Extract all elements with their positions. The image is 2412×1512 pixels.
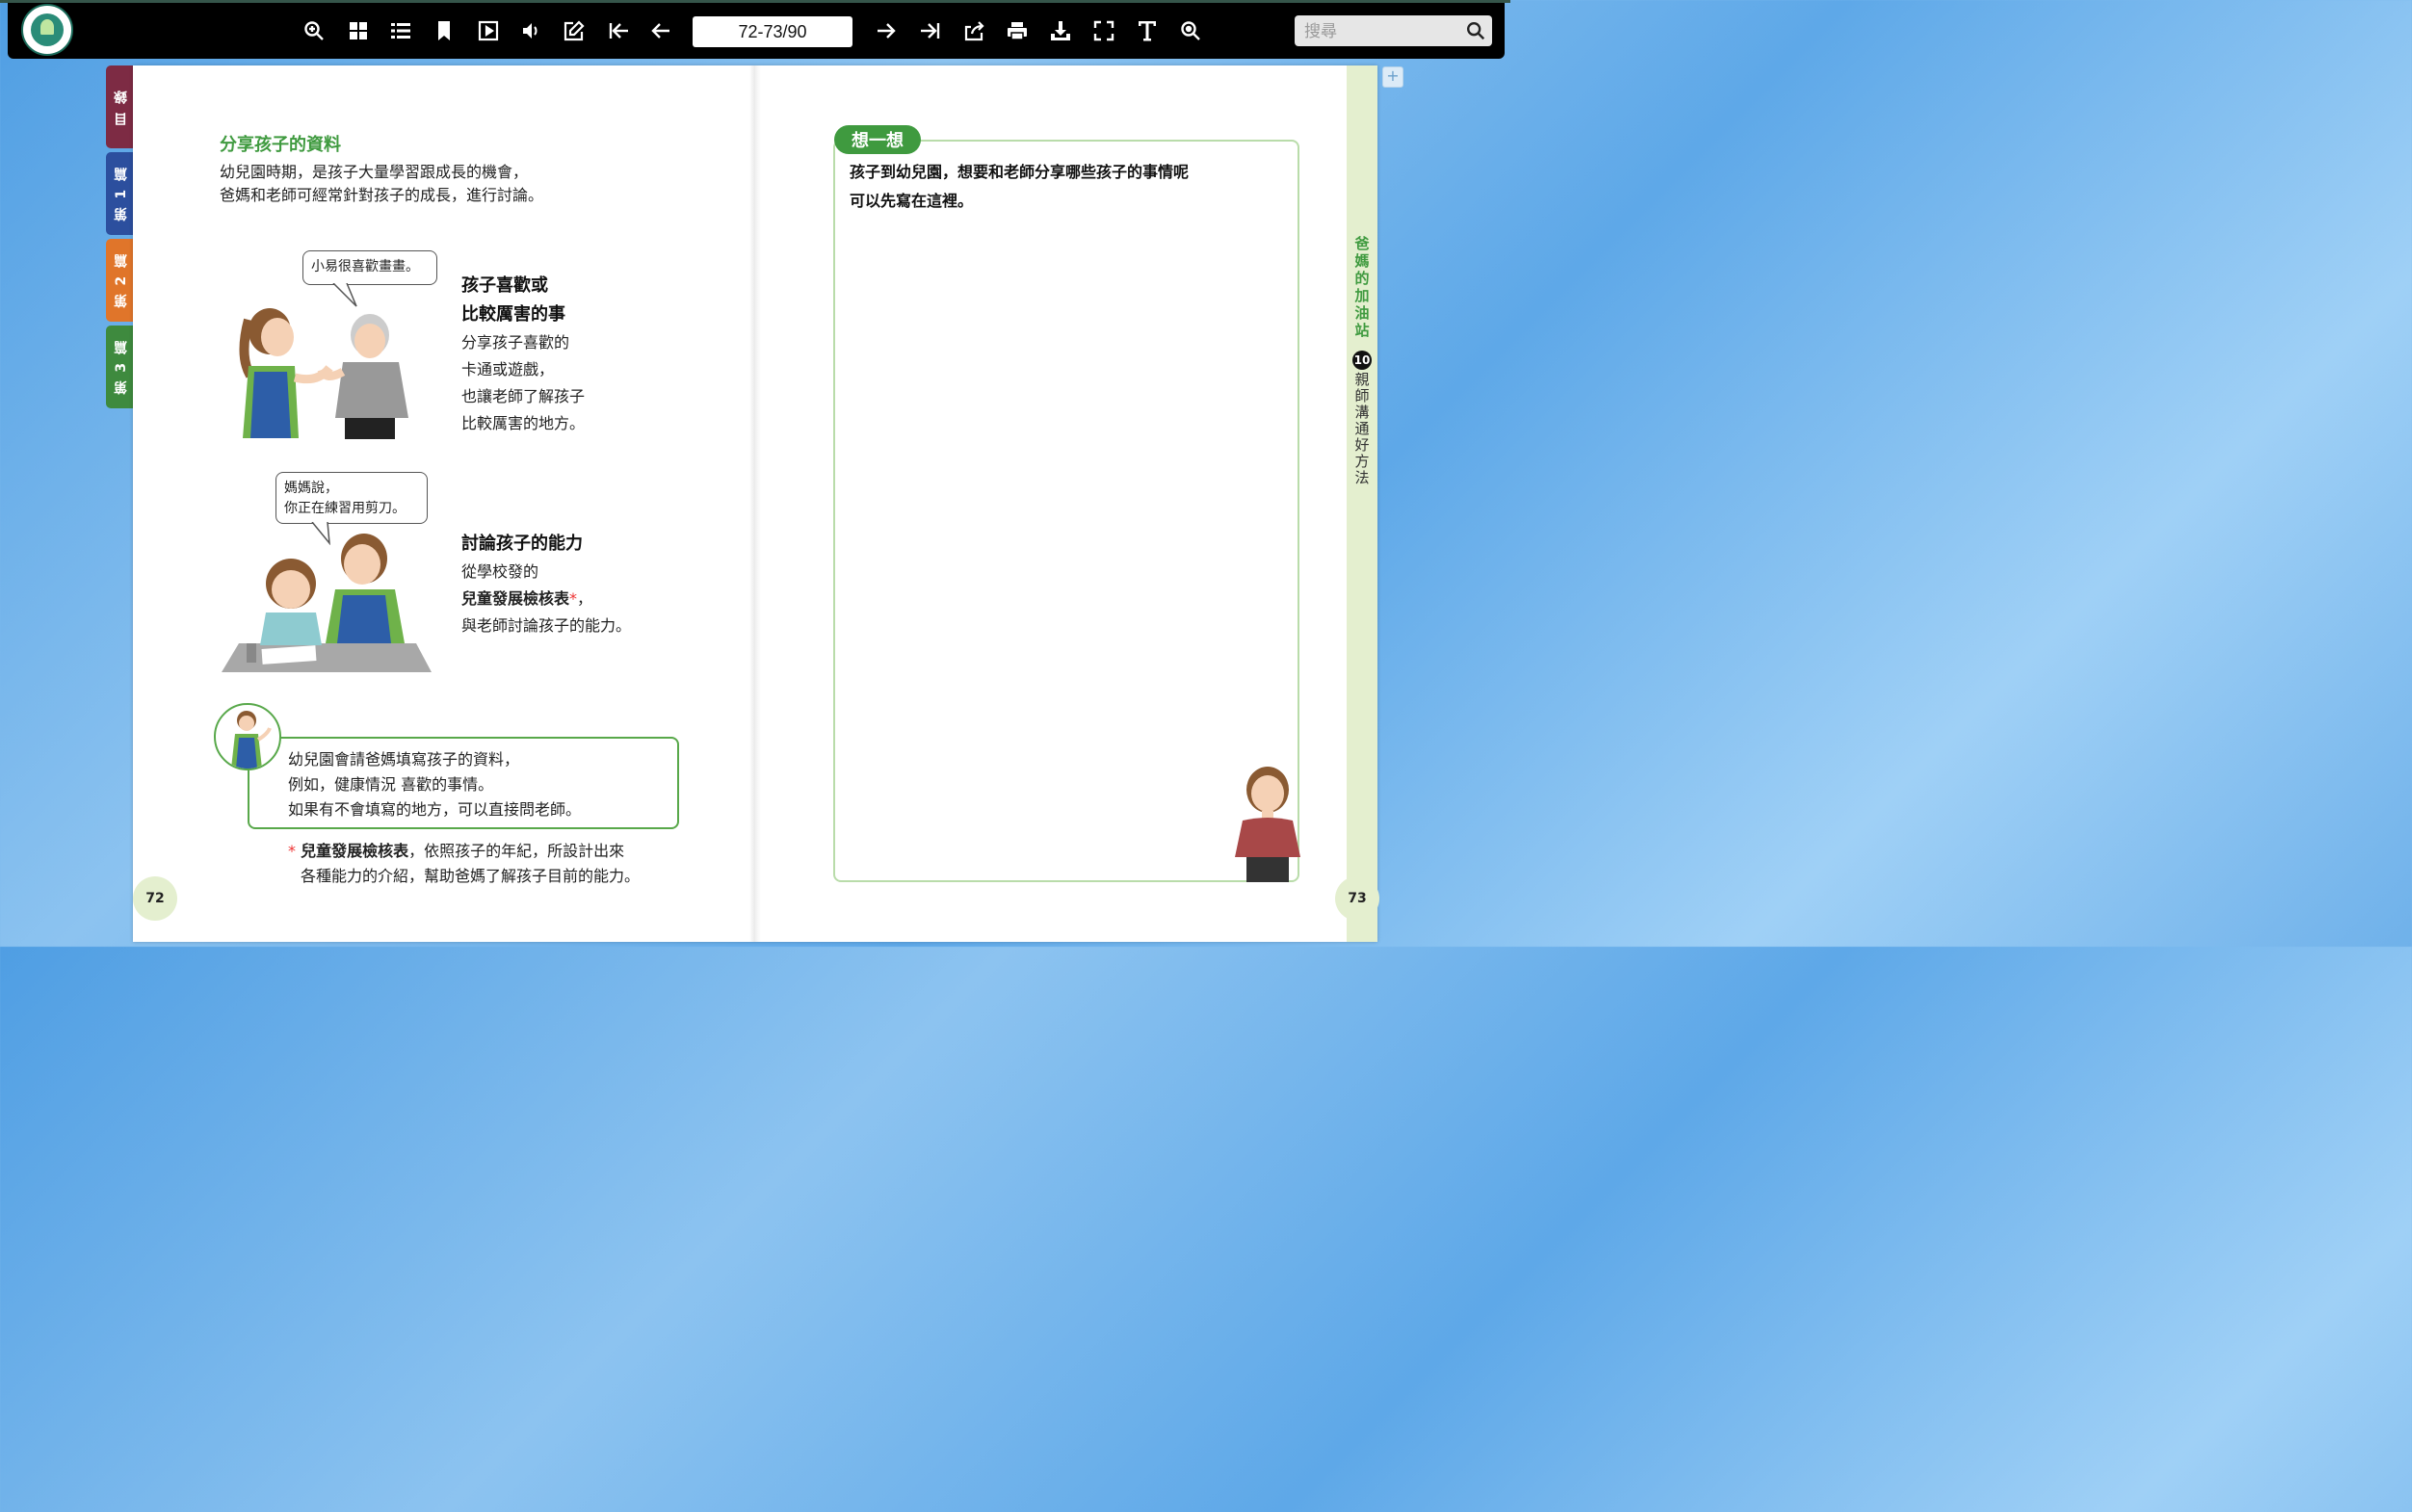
- page-number-input[interactable]: 72-73/90: [693, 16, 852, 47]
- section-title: 分享孩子的資料: [220, 135, 341, 155]
- search-box: [1295, 15, 1492, 46]
- intro-line: 爸媽和老師可經常針對孩子的成長，進行討論。: [220, 186, 544, 204]
- page-number-right: 73: [1335, 876, 1379, 921]
- item2-body-line: 從學校發的: [461, 562, 539, 581]
- zoom-in-icon[interactable]: [300, 16, 328, 45]
- download-icon[interactable]: [1046, 16, 1075, 45]
- item1-body-line: 也讓老師了解孩子: [461, 387, 586, 405]
- footnote-star: *: [569, 589, 578, 608]
- item1-text: 孩子喜歡或 比較厲害的事 分享孩子喜歡的 卡通或遊戲， 也讓老師了解孩子 比較厲…: [461, 272, 585, 437]
- prompt-line: 孩子到幼兒園，想要和老師分享哪些孩子的事情呢: [850, 163, 1190, 181]
- tab-part-2-label: 第 2 篇: [113, 252, 129, 308]
- tab-part-1-label: 第 1 篇: [113, 166, 129, 222]
- text-icon[interactable]: [1133, 16, 1162, 45]
- share-icon[interactable]: [960, 16, 989, 45]
- chapter-side-strip: [1347, 65, 1377, 942]
- intro-text: 幼兒園時期，是孩子大量學習跟成長的機會， 爸媽和老師可經常針對孩子的成長，進行討…: [220, 161, 543, 207]
- bubble-line: 你正在練習用剪刀。: [284, 501, 406, 516]
- table-of-contents-icon[interactable]: [386, 16, 415, 45]
- first-page-icon[interactable]: [604, 16, 633, 45]
- footnote-line: * 兒童發展檢核表，依照孩子的年紀，所設計出來: [288, 839, 640, 864]
- item1-heading-line: 孩子喜歡或: [461, 275, 548, 296]
- slideshow-icon[interactable]: [474, 16, 503, 45]
- parent-teacher-illustration: [239, 308, 408, 439]
- tab-contents-label: 目 錄: [113, 88, 129, 126]
- speech-bubble-2: 媽媽說， 你正在練習用剪刀。: [275, 472, 428, 524]
- think-badge: 想一想: [834, 125, 921, 154]
- item1-body-line: 分享孩子喜歡的: [461, 333, 570, 352]
- item2-heading: 討論孩子的能力: [461, 534, 583, 554]
- checklist-term: 兒童發展檢核表: [461, 589, 570, 608]
- speech-bubble: 小易很喜歡畫畫。: [302, 250, 437, 285]
- thumbnails-icon[interactable]: [344, 16, 373, 45]
- item2-body-line: 與老師討論孩子的能力。: [461, 616, 632, 635]
- item2-body-line: 兒童發展檢核表*，: [461, 586, 631, 613]
- audio-icon[interactable]: [516, 16, 545, 45]
- note-line: 幼兒園會請爸媽填寫孩子的資料，: [288, 750, 520, 769]
- last-page-icon[interactable]: [916, 16, 945, 45]
- tab-contents[interactable]: 目 錄: [106, 65, 136, 148]
- item2-text: 討論孩子的能力 從學校發的 兒童發展檢核表*， 與老師討論孩子的能力。: [461, 530, 631, 639]
- search-icon[interactable]: [1465, 20, 1486, 41]
- page-number-left: 72: [133, 876, 177, 921]
- book-spine: [749, 65, 761, 942]
- footnote: * 兒童發展檢核表，依照孩子的年紀，所設計出來 各種能力的介紹，幫助爸媽了解孩子…: [288, 839, 640, 889]
- prompt-line: 可以先寫在這裡。: [850, 192, 974, 210]
- item1-body-line: 卡通或遊戲，: [461, 360, 555, 378]
- next-page-icon[interactable]: [872, 16, 901, 45]
- girl-illustration: [1235, 767, 1300, 882]
- bubble-line: 媽媽說，: [284, 481, 338, 496]
- search-text-icon[interactable]: [1176, 16, 1205, 45]
- fullscreen-icon[interactable]: [1089, 16, 1118, 45]
- chapter-title: 親師溝通好方法: [1354, 371, 1370, 486]
- teacher-figure: [231, 711, 272, 769]
- logo-leaf-icon: [40, 19, 54, 35]
- think-prompt: 孩子到幼兒園，想要和老師分享哪些孩子的事情呢 可以先寫在這裡。: [850, 158, 1189, 216]
- comma: ，: [577, 589, 593, 608]
- item1-heading-line: 比較厲害的事: [461, 304, 565, 325]
- teacher-avatar: [214, 703, 281, 770]
- search-input[interactable]: [1302, 19, 1460, 44]
- ministry-of-education-logo[interactable]: [21, 4, 73, 56]
- footnote-term: 兒童發展檢核表: [301, 842, 409, 860]
- add-page-icon[interactable]: +: [1382, 66, 1403, 88]
- footnote-line: 各種能力的介紹，幫助爸媽了解孩子目前的能力。: [301, 867, 641, 885]
- note-line: 例如，健康情況 喜歡的事情。: [288, 775, 494, 794]
- previous-page-icon[interactable]: [646, 16, 675, 45]
- item1-body-line: 比較厲害的地方。: [461, 414, 586, 432]
- footnote-star: *: [288, 842, 296, 860]
- tab-part-1[interactable]: 第 1 篇: [106, 152, 136, 235]
- chapter-number: 10: [1352, 351, 1372, 370]
- tab-part-3[interactable]: 第 3 篇: [106, 326, 136, 408]
- note-line: 如果有不會填寫的地方，可以直接問老師。: [288, 800, 582, 819]
- child-scissors-illustration: [222, 534, 432, 672]
- annotate-icon[interactable]: [560, 16, 589, 45]
- note-text: 幼兒園會請爸媽填寫孩子的資料， 例如，健康情況 喜歡的事情。 如果有不會填寫的地…: [288, 747, 581, 822]
- print-icon[interactable]: [1003, 16, 1032, 45]
- strip-label: 爸媽的加油站: [1354, 235, 1370, 339]
- tab-part-2[interactable]: 第 2 篇: [106, 239, 136, 322]
- footnote-text: ，依照孩子的年紀，所設計出來: [408, 842, 625, 860]
- intro-line: 幼兒園時期，是孩子大量學習跟成長的機會，: [220, 163, 529, 181]
- tab-part-3-label: 第 3 篇: [113, 339, 129, 395]
- bookmark-icon[interactable]: [430, 16, 459, 45]
- reader-toolbar: 72-73/90: [8, 3, 1505, 59]
